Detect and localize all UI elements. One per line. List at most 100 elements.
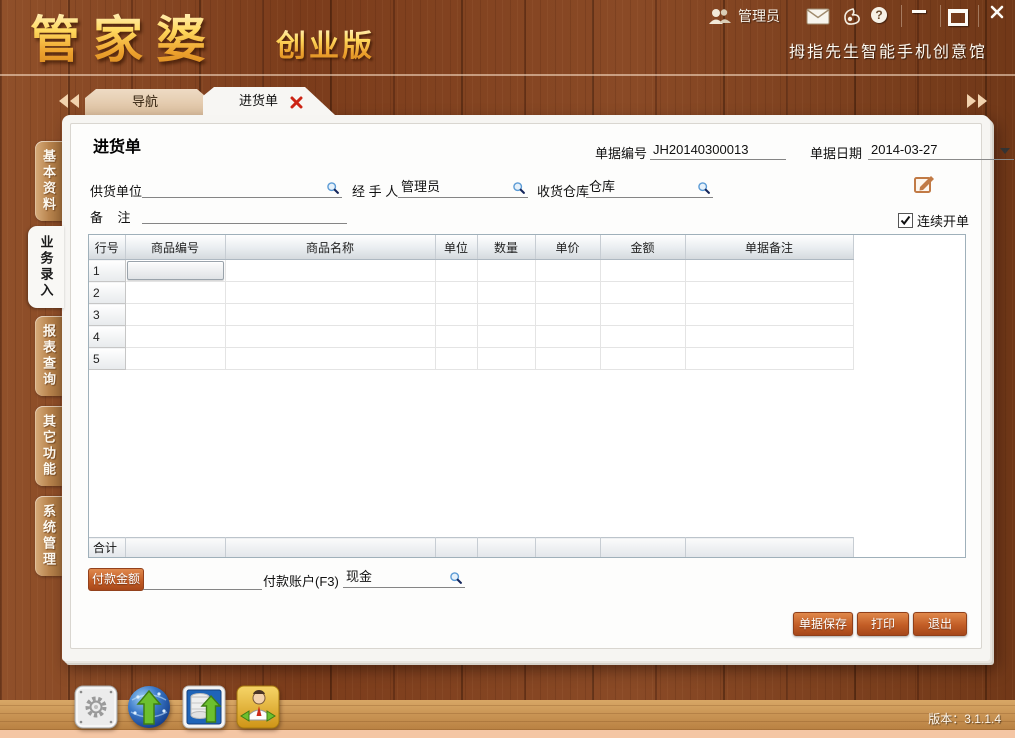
grid-cell[interactable] — [225, 348, 435, 370]
edit-note-icon[interactable] — [913, 173, 936, 201]
remark-label: 备 注 — [90, 207, 130, 226]
settings-icon[interactable] — [74, 684, 118, 735]
grid-cell[interactable] — [535, 282, 600, 304]
sidebar-tab-business-entry[interactable]: 业务录入 — [28, 226, 64, 308]
grid-cell[interactable] — [685, 326, 853, 348]
continuous-billing-checkbox[interactable] — [898, 213, 913, 228]
total-cell — [477, 538, 535, 558]
grid-cell[interactable] — [535, 304, 600, 326]
grid-cell[interactable] — [225, 282, 435, 304]
grid-cell[interactable] — [477, 326, 535, 348]
print-button[interactable]: 打印 — [857, 612, 909, 636]
grid-cell[interactable] — [600, 260, 685, 282]
col-header-unit: 单位 — [435, 235, 477, 260]
help-icon[interactable]: ? — [871, 7, 887, 23]
search-icon[interactable] — [512, 181, 526, 195]
grid-cell[interactable] — [435, 348, 477, 370]
total-cell — [600, 538, 685, 558]
sidebar-tab-basic-data[interactable]: 基本资料 — [35, 141, 62, 221]
grid-row: 1 — [89, 260, 853, 282]
tab-close-icon[interactable] — [290, 96, 303, 109]
grid-cell[interactable] — [477, 260, 535, 282]
grid-cell[interactable] — [435, 260, 477, 282]
grid-cell[interactable] — [477, 348, 535, 370]
payment-account-field[interactable]: 现金 — [343, 568, 465, 588]
handler-value: 管理员 — [401, 176, 440, 195]
warehouse-label: 收货仓库 — [537, 181, 589, 200]
grid-cell[interactable] — [125, 260, 225, 282]
weibo-icon[interactable] — [842, 7, 862, 30]
mail-icon[interactable] — [806, 8, 830, 30]
sidebar-tab-report-query[interactable]: 报表查询 — [35, 316, 62, 396]
grid-cell[interactable] — [125, 304, 225, 326]
grid-row: 5 — [89, 348, 853, 370]
row-number[interactable]: 3 — [89, 304, 125, 326]
row-number[interactable]: 4 — [89, 326, 125, 348]
date-dropdown-icon[interactable] — [1000, 148, 1010, 154]
search-icon[interactable] — [449, 571, 463, 585]
grid-cell[interactable] — [435, 282, 477, 304]
payment-amount-field[interactable] — [143, 571, 262, 590]
grid-cell[interactable] — [600, 348, 685, 370]
user-switch-icon[interactable] — [236, 684, 280, 735]
grid-cell[interactable] — [535, 260, 600, 282]
grid-cell[interactable] — [600, 282, 685, 304]
sidebar-tab-other-functions[interactable]: 其它功能 — [35, 406, 62, 486]
remark-field[interactable] — [142, 204, 347, 224]
grid-cell[interactable] — [125, 326, 225, 348]
row-number[interactable]: 2 — [89, 282, 125, 304]
grid-cell[interactable] — [685, 282, 853, 304]
grid-cell[interactable] — [477, 304, 535, 326]
app-window: 管家婆 创业版 管理员 ? 拇指先生智能手机创意馆 导航 进货单 — [0, 0, 1015, 738]
sidebar-tab-system-management[interactable]: 系统管理 — [35, 496, 62, 576]
minimize-icon[interactable] — [912, 0, 926, 13]
save-document-button[interactable]: 单据保存 — [793, 612, 853, 636]
handler-field[interactable]: 管理员 — [398, 178, 528, 198]
network-upload-icon[interactable] — [126, 684, 172, 735]
doc-date-field[interactable]: 2014-03-27 — [868, 140, 1014, 160]
warehouse-field[interactable]: 仓库 — [586, 178, 713, 198]
grid-cell[interactable] — [600, 326, 685, 348]
row-number[interactable]: 1 — [89, 260, 125, 282]
payment-account-label: 付款账户(F3) — [263, 571, 339, 590]
grid-cell[interactable] — [685, 348, 853, 370]
doc-no-field[interactable]: JH20140300013 — [650, 140, 786, 160]
tab-purchase-order[interactable]: 进货单 — [203, 87, 335, 115]
supplier-field[interactable] — [142, 178, 342, 198]
company-name: 拇指先生智能手机创意馆 — [789, 38, 987, 62]
total-cell — [125, 538, 225, 558]
doc-no-label: 单据编号 — [595, 143, 647, 162]
row-number[interactable]: 5 — [89, 348, 125, 370]
user-menu[interactable]: 管理员 — [708, 6, 780, 26]
grid-cell[interactable] — [477, 282, 535, 304]
payment-amount-button[interactable]: 付款金额 — [88, 568, 144, 591]
items-grid: 行号 商品编号 商品名称 单位 数量 单价 金额 单据备注 1 — [88, 234, 966, 558]
sidebar-tab-label: 系统管理 — [39, 504, 58, 568]
close-icon[interactable] — [990, 5, 1004, 24]
grid-cell[interactable] — [600, 304, 685, 326]
exit-button[interactable]: 退出 — [913, 612, 967, 636]
grid-cell[interactable] — [535, 326, 600, 348]
grid-cell[interactable] — [685, 304, 853, 326]
grid-cell[interactable] — [125, 282, 225, 304]
search-icon[interactable] — [326, 181, 340, 195]
tab-scroll-right-icon[interactable] — [965, 94, 987, 113]
total-cell — [225, 538, 435, 558]
user-name: 管理员 — [738, 6, 780, 26]
grid-cell[interactable] — [225, 304, 435, 326]
grid-row: 2 — [89, 282, 853, 304]
separator — [901, 5, 902, 27]
focused-cell[interactable] — [127, 261, 224, 280]
database-backup-icon[interactable] — [182, 684, 226, 735]
grid-cell[interactable] — [435, 304, 477, 326]
grid-cell[interactable] — [435, 326, 477, 348]
col-header-amount: 金额 — [600, 235, 685, 260]
grid-cell[interactable] — [685, 260, 853, 282]
grid-cell[interactable] — [125, 348, 225, 370]
grid-cell[interactable] — [225, 260, 435, 282]
search-icon[interactable] — [697, 181, 711, 195]
grid-cell[interactable] — [225, 326, 435, 348]
maximize-icon[interactable] — [948, 9, 968, 26]
grid-cell[interactable] — [535, 348, 600, 370]
tab-scroll-left-icon[interactable] — [59, 94, 81, 113]
